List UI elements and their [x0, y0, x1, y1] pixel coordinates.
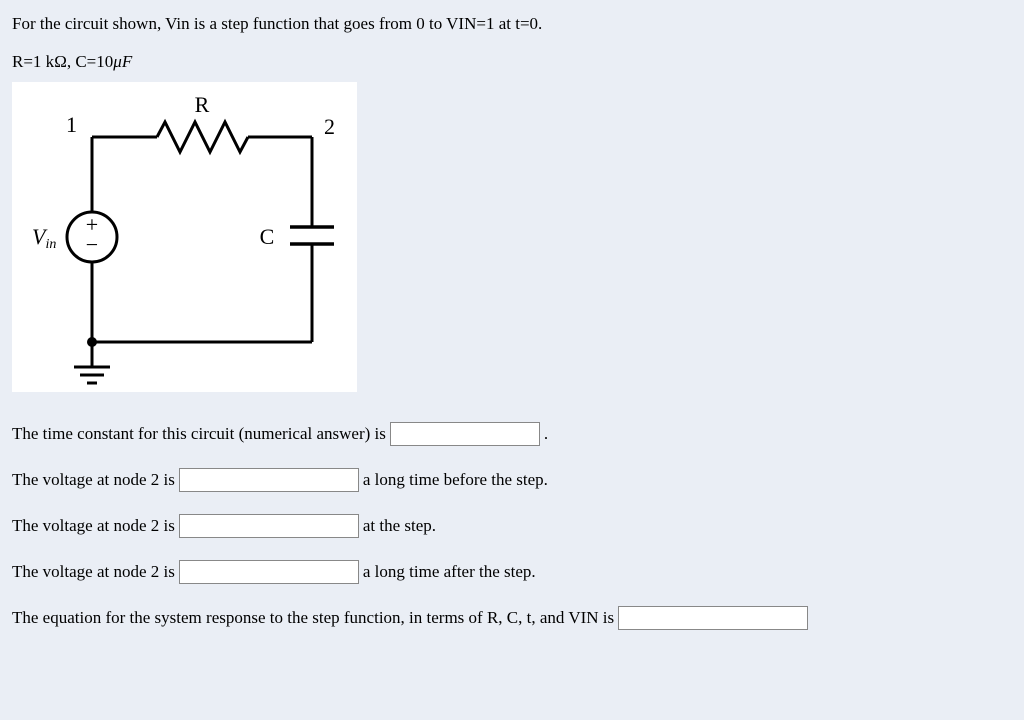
q1-text-pre: The time constant for this circuit (nume… [12, 424, 386, 444]
q1-text-post: . [544, 424, 548, 444]
farad-symbol: F [122, 52, 132, 71]
q5-text-pre: The equation for the system response to … [12, 608, 614, 628]
params-mid: , C=10 [67, 52, 113, 71]
vin-label: Vin [32, 224, 56, 252]
problem-params: R=1 kΩ, C=10μF [12, 52, 1012, 72]
question-2: The voltage at node 2 is a long time bef… [12, 468, 1012, 492]
circuit-diagram: + − R 1 2 C Vin [12, 82, 357, 392]
problem-intro: For the circuit shown, Vin is a step fun… [12, 12, 1012, 36]
q3-text-pre: The voltage at node 2 is [12, 516, 175, 536]
q5-input[interactable] [618, 606, 808, 630]
resistor-label: R [195, 92, 210, 117]
node2-label: 2 [324, 114, 335, 139]
q4-text-pre: The voltage at node 2 is [12, 562, 175, 582]
question-1: The time constant for this circuit (nume… [12, 422, 1012, 446]
source-minus: − [86, 232, 98, 257]
q2-input[interactable] [179, 468, 359, 492]
q4-text-post: a long time after the step. [363, 562, 536, 582]
ohm-symbol: Ω [54, 52, 67, 71]
node1-label: 1 [66, 112, 77, 137]
mu-symbol: μ [113, 52, 122, 71]
q2-text-post: a long time before the step. [363, 470, 548, 490]
params-prefix: R=1 k [12, 52, 54, 71]
q1-input[interactable] [390, 422, 540, 446]
q3-text-post: at the step. [363, 516, 436, 536]
question-5: The equation for the system response to … [12, 606, 1012, 630]
question-3: The voltage at node 2 is at the step. [12, 514, 1012, 538]
q3-input[interactable] [179, 514, 359, 538]
capacitor-label: C [260, 224, 275, 249]
q4-input[interactable] [179, 560, 359, 584]
question-4: The voltage at node 2 is a long time aft… [12, 560, 1012, 584]
q2-text-pre: The voltage at node 2 is [12, 470, 175, 490]
